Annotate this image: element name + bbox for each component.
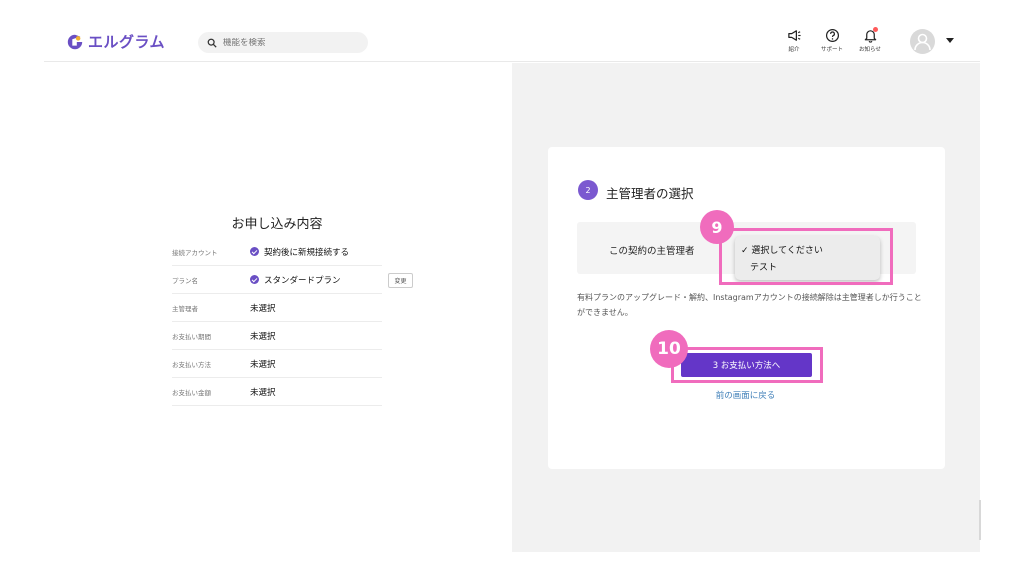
summary-value-text: スタンダードプラン [264,275,341,286]
search-icon [207,38,217,48]
step-title: 主管理者の選択 [606,186,694,201]
logo-icon [67,34,83,49]
check-circle-icon [250,275,259,284]
summary-value-text: 未選択 [250,359,276,370]
summary-value-text: 未選択 [250,331,276,342]
scrollbar[interactable] [979,500,981,540]
megaphone-icon [787,30,801,41]
summary-row-account: 接続アカウント 契約後に新規接続する [172,238,382,266]
manager-select-label: この契約の主管理者 [609,246,695,257]
summary-key: 接続アカウント [172,248,218,257]
referral-button[interactable]: 紹介 [774,28,814,53]
summary-row-amount: お支払い金額 未選択 [172,378,382,406]
summary-row-plan: プラン名 スタンダードプラン 変更 [172,266,413,294]
support-label: サポート [820,47,843,53]
summary-title: お申し込み内容 [231,217,323,232]
search-input[interactable] [223,37,353,48]
summary-key: お支払い期間 [172,332,211,341]
change-plan-button[interactable]: 変更 [388,273,413,288]
back-link[interactable]: 前の画面に戻る [680,389,811,401]
summary-value-text: 契約後に新規接続する [264,247,350,258]
notification-dot [873,27,878,32]
help-circle-icon [825,28,839,43]
summary-row-period: お支払い期間 未選択 [172,322,382,350]
summary-row-method: お支払い方法 未選択 [172,350,382,378]
summary-key: お支払い方法 [172,360,211,369]
support-button[interactable]: サポート [812,28,852,53]
summary-value: スタンダードプラン [250,274,341,286]
notifications-label: お知らせ [859,47,881,53]
annotation-marker-10: 10 [650,330,688,368]
payment-method-button[interactable]: 3 お支払い方法へ [681,353,812,377]
referral-label: 紹介 [788,47,800,53]
summary-key: プラン名 [172,276,198,285]
logo[interactable]: エルグラム [66,31,165,52]
summary-row-manager: 主管理者 未選択 [172,294,382,322]
summary-key: 主管理者 [172,304,198,313]
summary-list: 接続アカウント 契約後に新規接続する プラン名 スタンダードプラン 変更 主管理… [172,238,413,406]
summary-key: お支払い金額 [172,388,211,397]
step-number-badge: 2 [578,180,598,200]
chevron-down-icon[interactable] [946,38,954,43]
summary-value-text: 未選択 [250,303,276,314]
summary-value-text: 未選択 [250,387,276,398]
highlight-box-9 [719,228,893,285]
notifications-button[interactable]: お知らせ [850,27,890,53]
summary-value: 契約後に新規接続する [250,246,349,258]
user-icon [914,33,931,51]
top-header: エルグラム 紹介 サポート お知らせ [44,20,980,62]
logo-text: エルグラム [88,33,166,51]
search-bar[interactable] [198,32,368,53]
check-circle-icon [250,247,259,256]
annotation-marker-9: 9 [700,210,734,244]
avatar[interactable] [910,29,935,54]
manager-note: 有料プランのアップグレード・解約、Instagramアカウントの接続解除は主管理… [577,293,922,317]
